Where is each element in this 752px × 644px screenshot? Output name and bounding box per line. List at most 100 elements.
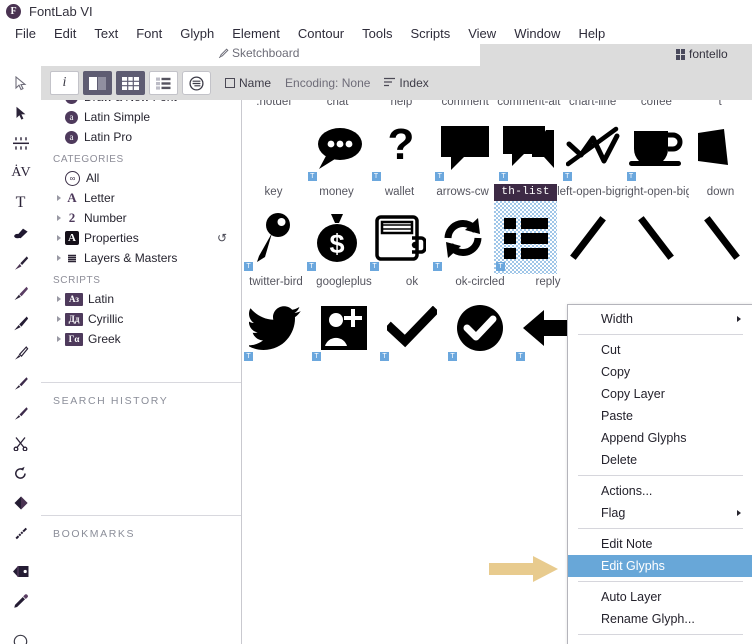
context-menu-item-edit-note[interactable]: Edit Note <box>568 533 752 555</box>
tab-fontello[interactable]: fontello <box>676 47 728 61</box>
paint-bucket-icon[interactable] <box>0 488 41 518</box>
glyph-cell-th-list[interactable]: th-list T <box>494 184 558 274</box>
sidebar-item-layers-and-masters[interactable]: ≣ Layers & Masters <box>41 248 241 268</box>
context-menu-item-rename-glyph[interactable]: Rename Glyph... <box>568 608 752 630</box>
scissors-icon[interactable] <box>0 428 41 458</box>
glyph-cell-twitter-bird[interactable]: twitter-bird T <box>242 274 310 364</box>
sidebar-item-number[interactable]: 2 Number <box>41 208 241 228</box>
context-menu-item-copy[interactable]: Copy <box>568 361 752 383</box>
sidebar-item-label: Layers & Masters <box>84 251 178 265</box>
index-toggle[interactable]: Index <box>384 76 429 90</box>
info-button[interactable]: i <box>50 71 79 95</box>
context-menu-item-paste[interactable]: Paste <box>568 405 752 427</box>
pencil-icon[interactable] <box>0 338 41 368</box>
glyph-cell-coffee[interactable]: coffee T <box>625 94 689 184</box>
filter-button[interactable] <box>182 71 211 95</box>
menu-help[interactable]: Help <box>569 26 614 41</box>
glyph-cell-key[interactable]: key T <box>242 184 305 274</box>
sidebar-item-latin[interactable]: Аз Latin <box>41 289 241 309</box>
split-view-button[interactable] <box>83 71 112 95</box>
sidebar-item-latin-simple[interactable]: a Latin Simple <box>41 107 241 127</box>
tunni-pen-icon[interactable] <box>0 398 41 428</box>
number-two-icon: 2 <box>68 210 76 225</box>
menu-scripts[interactable]: Scripts <box>402 26 460 41</box>
glyph-cell-chat[interactable]: chat T <box>306 94 370 184</box>
menu-view[interactable]: View <box>459 26 505 41</box>
scissors-paint-icon[interactable] <box>0 368 41 398</box>
arrow-select-icon[interactable] <box>0 68 41 98</box>
menu-tools[interactable]: Tools <box>353 26 401 41</box>
ruler-icon[interactable] <box>0 518 41 548</box>
glyph-name: googleplus <box>316 276 372 288</box>
pen-icon[interactable] <box>0 278 41 308</box>
context-menu-item-cut[interactable]: Cut <box>568 339 752 361</box>
glyph-cell-help[interactable]: help ? T <box>370 94 434 184</box>
glyph-cell-partial-right[interactable]: t <box>688 94 752 184</box>
glyph-cell-googleplus[interactable]: googleplus T <box>310 274 378 364</box>
glyph-art-arrows-cw: T <box>431 201 494 274</box>
glyph-cell-ok-circled[interactable]: ok-circled T <box>446 274 514 364</box>
glyph-cell-notdef[interactable]: .notdef <box>242 94 306 184</box>
glyph-cell-left-open-big[interactable]: left-open-big <box>557 184 621 274</box>
search-history-title: SEARCH HISTORY <box>53 395 169 407</box>
glyph-cell-chart-line[interactable]: chart-line T <box>561 94 625 184</box>
glyph-cell-ok[interactable]: ok T <box>378 274 446 364</box>
refresh-icon[interactable]: ↺ <box>217 231 227 245</box>
ellipse-icon[interactable] <box>0 626 41 644</box>
sidebar-item-all[interactable]: ∞ All <box>41 168 241 188</box>
glyph-cell-down[interactable]: down <box>689 184 752 274</box>
glyph-cell-money[interactable]: money $ T <box>305 184 368 274</box>
menu-file[interactable]: File <box>6 26 45 41</box>
rotate-icon[interactable] <box>0 458 41 488</box>
context-menu-item-open-font-info-panel[interactable]: Open Font Info Panel <box>568 639 752 644</box>
menu-element[interactable]: Element <box>223 26 289 41</box>
menu-glyph[interactable]: Glyph <box>171 26 223 41</box>
glyph-cell-arrows-cw[interactable]: arrows-cw T <box>431 184 494 274</box>
context-menu-item-flag[interactable]: Flag <box>568 502 752 524</box>
text-tool-icon[interactable]: T <box>0 188 41 218</box>
glyph-cell-wallet[interactable]: wallet T <box>368 184 431 274</box>
context-menu-item-delete[interactable]: Delete <box>568 449 752 471</box>
brush-icon[interactable] <box>0 248 41 278</box>
sidebar-item-letter[interactable]: A Letter <box>41 188 241 208</box>
context-menu-item-edit-glyphs[interactable]: Edit Glyphs <box>568 555 752 577</box>
measure-icon[interactable] <box>0 128 41 158</box>
context-menu-item-width[interactable]: Width <box>568 308 752 330</box>
glyph-art-down <box>689 201 752 274</box>
eyedropper-icon[interactable] <box>0 586 41 616</box>
twisty-icon[interactable] <box>53 235 65 241</box>
pointer-icon[interactable] <box>0 98 41 128</box>
name-toggle[interactable]: Name <box>225 76 271 90</box>
sidebar-item-cyrillic[interactable]: Дд Cyrillic <box>41 309 241 329</box>
tab-sketchboard[interactable]: Sketchboard <box>218 46 299 60</box>
twisty-icon[interactable] <box>53 255 65 261</box>
glyph-cell-comment[interactable]: comment T <box>433 94 497 184</box>
list-view-button[interactable] <box>149 71 178 95</box>
context-menu-item-append-glyphs[interactable]: Append Glyphs <box>568 427 752 449</box>
twisty-icon[interactable] <box>53 296 65 302</box>
grid-view-button[interactable] <box>116 71 145 95</box>
sidebar-item-greek[interactable]: Γα Greek <box>41 329 241 349</box>
twisty-icon[interactable] <box>53 316 65 322</box>
menu-text[interactable]: Text <box>85 26 127 41</box>
rapid-pen-icon[interactable] <box>0 308 41 338</box>
menu-contour[interactable]: Contour <box>289 26 353 41</box>
twisty-icon[interactable] <box>53 336 65 342</box>
kerning-icon[interactable]: ȦV <box>0 158 41 188</box>
menu-window[interactable]: Window <box>505 26 569 41</box>
eraser-icon[interactable] <box>0 218 41 248</box>
menu-edit[interactable]: Edit <box>45 26 85 41</box>
twisty-icon[interactable] <box>53 215 65 221</box>
menu-font[interactable]: Font <box>127 26 171 41</box>
twisty-icon[interactable] <box>53 195 65 201</box>
context-menu-item-actions[interactable]: Actions... <box>568 480 752 502</box>
sidebar-item-properties[interactable]: A Properties ↺ <box>41 228 241 248</box>
tag-icon[interactable] <box>0 556 41 586</box>
context-menu-item-auto-layer[interactable]: Auto Layer <box>568 586 752 608</box>
grid-icon <box>676 48 685 60</box>
glyph-cell-right-open-big[interactable]: right-open-big <box>621 184 689 274</box>
glyph-cell-comment-alt[interactable]: comment-alt T <box>497 94 561 184</box>
sidebar-item-latin-pro[interactable]: a Latin Pro <box>41 127 241 147</box>
context-menu-item-copy-layer[interactable]: Copy Layer <box>568 383 752 405</box>
encoding-selector[interactable]: Encoding: None <box>285 76 370 90</box>
